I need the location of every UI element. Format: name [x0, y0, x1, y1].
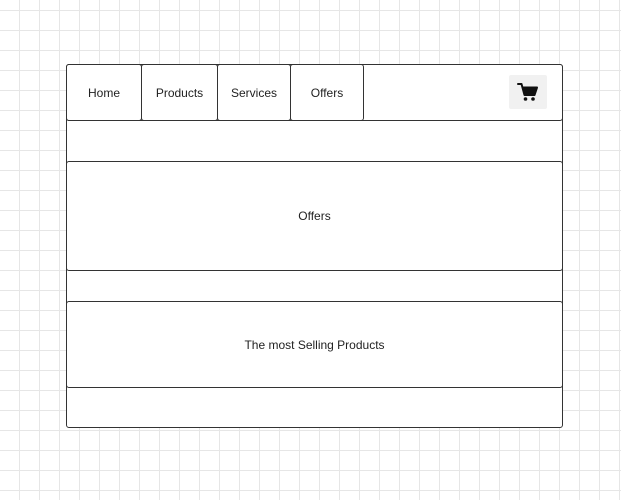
best-sellers-section: The most Selling Products	[66, 301, 563, 388]
nav-offers-tab[interactable]: Offers	[290, 64, 364, 121]
shopping-cart-icon	[517, 83, 538, 101]
nav-products-label: Products	[155, 85, 204, 100]
best-sellers-section-title: The most Selling Products	[244, 337, 385, 352]
nav-services-label: Services	[230, 85, 277, 100]
nav-offers-label: Offers	[310, 85, 344, 100]
offers-section-title: Offers	[298, 209, 331, 223]
offers-section: Offers	[66, 161, 563, 271]
nav-services-tab[interactable]: Services	[217, 64, 291, 121]
nav-home-tab[interactable]: Home	[66, 64, 142, 121]
nav-products-tab[interactable]: Products	[141, 64, 218, 121]
cart-button[interactable]	[509, 75, 547, 109]
nav-home-label: Home	[87, 85, 120, 100]
